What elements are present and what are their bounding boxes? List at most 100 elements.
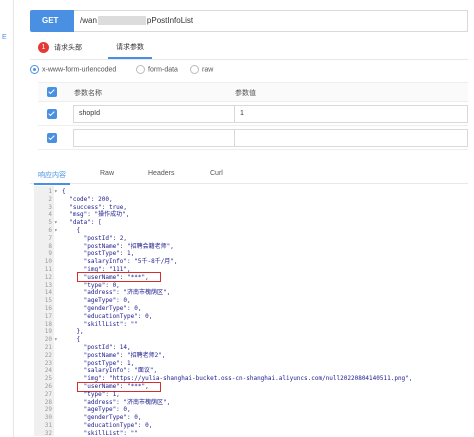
column-header-value: 参数值 [235, 90, 256, 97]
line-number: 7 [48, 234, 52, 242]
response-code-viewer[interactable]: 1 ▾{2 "code": 200, 3 "success": true, 4 "ms… [34, 186, 468, 436]
line-number: 29 [44, 406, 52, 414]
param-value-input[interactable] [234, 129, 468, 147]
param-row: shopId 1 [38, 102, 468, 126]
fold-toggle-icon[interactable]: ▾ [54, 219, 60, 226]
code-line: "postName": "招聘会籍老师", [62, 242, 174, 250]
line-number: 2 [48, 195, 52, 203]
url-input[interactable]: /wan pPostInfoList [74, 10, 468, 32]
headers-count-badge: 1 [38, 42, 49, 53]
code-line: "genderType": 0, [62, 414, 142, 422]
line-number: 28 [44, 398, 52, 406]
code-line: "type": 1, [62, 390, 120, 398]
param-enabled-checkbox[interactable] [47, 108, 57, 119]
line-number: 12 [44, 273, 52, 281]
line-number: 21 [44, 344, 52, 351]
code-line: "data": [ [62, 219, 102, 227]
sidebar-fragment-text: E [2, 34, 7, 41]
request-url-bar: GET /wan pPostInfoList [30, 10, 468, 32]
fold-toggle-icon[interactable]: ▾ [54, 188, 60, 195]
code-line: }, [62, 328, 84, 336]
code-line: "postId": 2, [62, 234, 128, 242]
line-number: 5 [48, 219, 52, 227]
param-enabled-checkbox[interactable] [47, 132, 57, 143]
line-number: 11 [44, 266, 52, 273]
line-number: 14 [44, 289, 52, 297]
radio-selected-icon [30, 65, 39, 74]
tab-curl[interactable]: Curl [210, 170, 223, 177]
code-line: { [62, 188, 66, 195]
code-line: "skillList": "" [62, 320, 138, 328]
body-type-selector: x-www-form-urlencoded form-data raw [30, 64, 330, 78]
code-line: "ageType": 0, [62, 406, 131, 414]
radio-label: form-data [148, 66, 178, 74]
left-sidebar-edge: E [0, 0, 14, 437]
code-line: "msg": "操作成功", [62, 211, 130, 219]
param-row [38, 126, 468, 150]
line-number: 4 [48, 211, 52, 219]
code-line: "type": 0, [62, 281, 120, 289]
radio-unselected-icon [136, 65, 145, 74]
radio-raw[interactable]: raw [190, 65, 213, 74]
code-line: "address": "济南市槐荫区", [62, 398, 171, 406]
method-selector[interactable]: GET [30, 10, 74, 32]
tab-raw[interactable]: Raw [100, 170, 114, 177]
radio-label: x-www-form-urlencoded [42, 66, 117, 74]
line-number: 32 [44, 429, 52, 436]
code-line: { [62, 227, 81, 234]
line-number: 26 [44, 383, 52, 390]
radio-label: raw [202, 66, 214, 74]
code-line: "skillList": "" [62, 429, 138, 436]
line-number: 17 [44, 312, 52, 320]
line-number: 22 [44, 351, 52, 359]
line-number: 19 [44, 328, 52, 336]
code-line: "success": true, [62, 203, 128, 211]
line-number: 24 [44, 367, 52, 375]
code-line: "genderType": 0, [62, 305, 142, 312]
code-line: "educationType": 0, [62, 312, 153, 320]
line-number: 18 [44, 320, 52, 328]
params-table-header: 参数名称 参数值 [38, 82, 468, 102]
redacted-url-segment [97, 16, 146, 26]
line-number: 25 [44, 375, 52, 383]
code-line: "code": 200, [62, 195, 113, 203]
code-line: "salaryInfo": "面议", [62, 367, 158, 375]
line-number: 3 [48, 203, 52, 211]
line-number: 10 [44, 258, 52, 266]
line-number: 30 [44, 414, 52, 422]
code-line: "postId": 14, [62, 344, 131, 351]
code-line: "postName": "招聘老师2", [62, 351, 166, 359]
request-tabs: 1 请求头部 请求参数 [30, 38, 468, 60]
url-prefix: /wan [80, 16, 97, 25]
line-number: 23 [44, 359, 52, 367]
line-number: 6 [48, 227, 52, 234]
fold-toggle-icon[interactable]: ▾ [54, 227, 60, 234]
tab-response-content[interactable]: 响应内容 [34, 170, 70, 185]
tab-request-params-label: 请求参数 [116, 44, 144, 51]
tab-request-headers[interactable]: 1 请求头部 [38, 42, 82, 54]
line-number: 27 [44, 390, 52, 398]
code-line: { [62, 336, 81, 344]
param-value-input[interactable]: 1 [234, 105, 468, 123]
response-tabs: 响应内容 Raw Headers Curl [30, 166, 468, 185]
radio-form-data[interactable]: form-data [136, 65, 178, 74]
select-all-checkbox[interactable] [47, 87, 57, 97]
radio-x-www-form-urlencoded[interactable]: x-www-form-urlencoded [30, 65, 116, 74]
line-number: 31 [44, 422, 52, 429]
code-line: "salaryInfo": "5千-8千/月", [62, 258, 178, 266]
tab-request-params[interactable]: 请求参数 [108, 42, 152, 59]
line-number: 8 [48, 242, 52, 250]
line-number: 9 [48, 250, 52, 258]
radio-unselected-icon [190, 65, 199, 74]
tab-headers[interactable]: Headers [148, 170, 174, 177]
params-table: 参数名称 参数值 shopId 1 [38, 82, 468, 150]
line-number: 20 [44, 336, 52, 344]
tab-request-headers-label: 请求头部 [54, 44, 82, 52]
line-number: 15 [44, 297, 52, 305]
code-line: "ageType": 0, [62, 297, 131, 305]
fold-toggle-icon[interactable]: ▾ [54, 336, 60, 343]
code-line: "educationType": 0, [62, 422, 153, 429]
code-line: "postType": 1, [62, 250, 135, 258]
line-number: 16 [44, 305, 52, 312]
url-suffix: pPostInfoList [146, 16, 194, 25]
